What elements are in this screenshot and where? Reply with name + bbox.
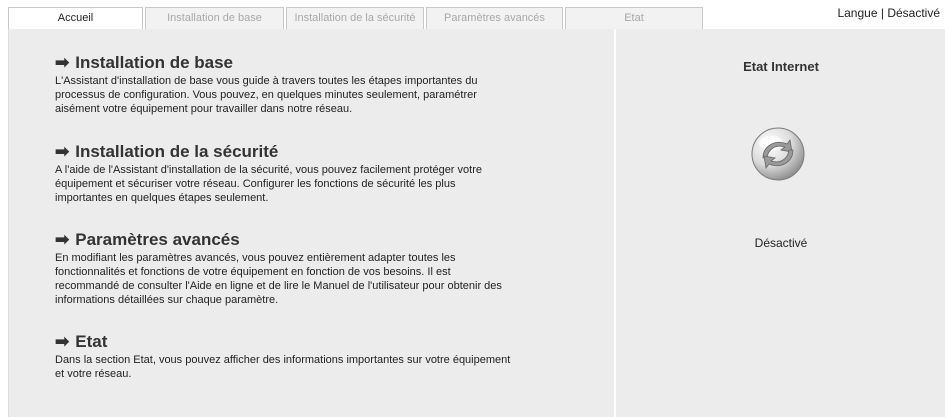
language-bar: Langue | Désactivé xyxy=(837,6,940,20)
section-description: L'Assistant d'installation de base vous … xyxy=(55,74,595,116)
tab-installation-securite[interactable]: Installation de la sécurité xyxy=(286,7,424,29)
description-line: importantes en quelques étapes seulement… xyxy=(55,192,269,204)
top-bar: Accueil Installation de base Installatio… xyxy=(0,0,945,30)
section-title-link[interactable]: ➡ Installation de la sécurité xyxy=(55,142,595,162)
section-etat: ➡ Etat Dans la section Etat, vous pouvez … xyxy=(55,332,595,381)
arrow-right-icon: ➡ xyxy=(55,53,70,72)
section-title-link[interactable]: ➡ Etat xyxy=(55,332,595,352)
section-title: Paramètres avancés xyxy=(75,230,240,249)
section-installation-securite: ➡ Installation de la sécurité A l'aide de… xyxy=(55,142,595,205)
section-description: En modifiant les paramètres avancés, vou… xyxy=(55,251,595,307)
language-link[interactable]: Langue xyxy=(837,6,877,20)
section-title-link[interactable]: ➡ Installation de base xyxy=(55,53,595,73)
description-line: et votre réseau. xyxy=(55,368,132,380)
description-line: processus de configuration. Vous pouvez,… xyxy=(55,89,477,101)
internet-status-title: Etat Internet xyxy=(743,59,819,74)
description-line: En modifiant les paramètres avancés, vou… xyxy=(55,252,456,264)
section-parametres-avances: ➡ Paramètres avancés En modifiant les par… xyxy=(55,230,595,307)
tab-parametres-avances[interactable]: Paramètres avancés xyxy=(426,7,563,29)
section-title: Installation de la sécurité xyxy=(75,142,279,161)
arrow-right-icon: ➡ xyxy=(55,332,70,351)
internet-status-value: Désactivé xyxy=(754,236,808,250)
section-title: Etat xyxy=(75,332,108,351)
section-description: A l'aide de l'Assistant d'installation d… xyxy=(55,163,595,205)
home-panel: ➡ Installation de base L'Assistant d'inst… xyxy=(8,29,945,417)
description-line: aisément votre équipement pour travaille… xyxy=(55,103,353,115)
description-line: Dans la section Etat, vous pouvez affich… xyxy=(55,354,511,366)
separator: | xyxy=(880,6,884,20)
internet-status-panel: Etat Internet Désactivé xyxy=(616,29,945,417)
description-line: L'Assistant d'installation de base vous … xyxy=(55,75,478,87)
section-installation-de-base: ➡ Installation de base L'Assistant d'inst… xyxy=(55,53,595,116)
logout-link[interactable]: Désactivé xyxy=(887,6,940,20)
description-line: équipement et sécuriser votre réseau. Co… xyxy=(55,178,456,190)
section-description: Dans la section Etat, vous pouvez affich… xyxy=(55,353,595,381)
overview-column: ➡ Installation de base L'Assistant d'inst… xyxy=(9,29,614,417)
description-line: recommandé de consulter l'Aide en ligne … xyxy=(55,280,502,292)
arrow-right-icon: ➡ xyxy=(55,230,70,249)
description-line: fonctionnalités et fonctions de votre éq… xyxy=(55,266,451,278)
tab-etat[interactable]: Etat xyxy=(565,7,703,29)
description-line: A l'aide de l'Assistant d'installation d… xyxy=(55,164,482,176)
section-title-link[interactable]: ➡ Paramètres avancés xyxy=(55,230,595,250)
tab-installation-de-base[interactable]: Installation de base xyxy=(145,7,284,29)
main-tabs: Accueil Installation de base Installatio… xyxy=(8,7,705,29)
internet-globe-icon[interactable] xyxy=(749,125,807,183)
tab-accueil[interactable]: Accueil xyxy=(8,7,143,29)
arrow-right-icon: ➡ xyxy=(55,142,70,161)
section-title: Installation de base xyxy=(75,53,234,72)
description-line: informations détaillées sur chaque param… xyxy=(55,294,279,306)
